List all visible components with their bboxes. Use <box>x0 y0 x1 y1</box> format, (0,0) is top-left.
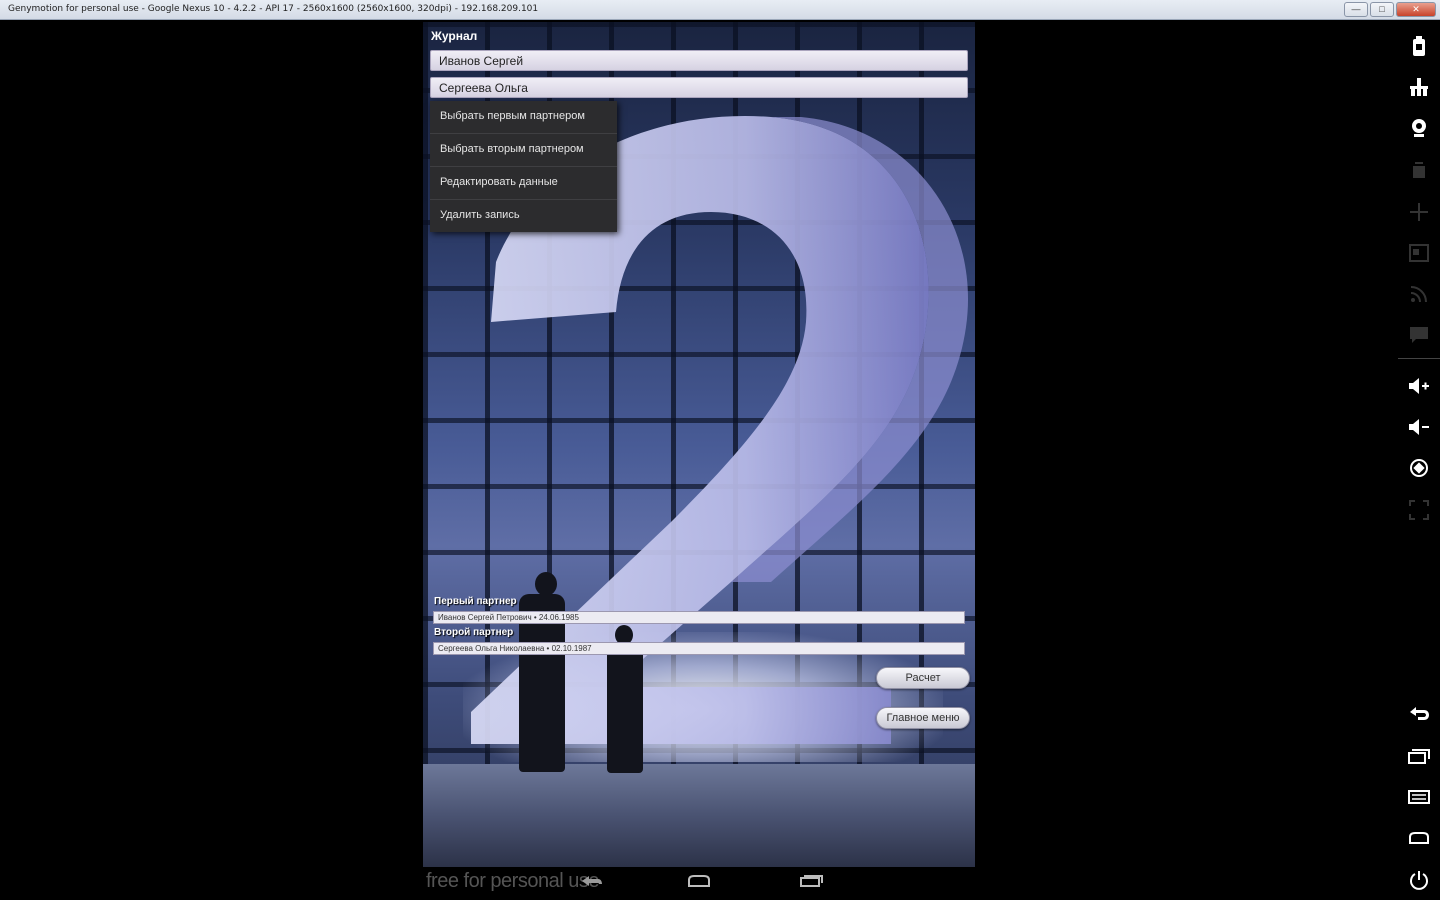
main-menu-button[interactable]: Главное меню <box>876 707 970 729</box>
home-icon[interactable] <box>1398 826 1440 850</box>
sms-icon[interactable] <box>1398 323 1440 347</box>
second-partner-label: Второй партнер <box>434 627 514 638</box>
window-controls: — □ ✕ <box>1344 2 1436 17</box>
silhouette-man-head <box>535 572 557 596</box>
volume-up-icon[interactable] <box>1398 374 1440 398</box>
menu-icon[interactable] <box>1398 785 1440 809</box>
back-icon[interactable] <box>1398 702 1440 726</box>
menu-item-delete-record[interactable]: Удалить запись <box>430 200 617 233</box>
webcam-icon[interactable] <box>1398 116 1440 140</box>
action-bar-title: Журнал <box>431 29 478 43</box>
menu-item-select-first-partner[interactable]: Выбрать первым партнером <box>430 101 617 134</box>
journal-entry-2[interactable]: Сергеева Ольга <box>430 77 968 98</box>
calculate-button[interactable]: Расчет <box>876 667 970 689</box>
menu-item-edit-data[interactable]: Редактировать данные <box>430 167 617 200</box>
first-partner-label: Первый партнер <box>434 596 517 607</box>
gps-icon[interactable] <box>1398 75 1440 99</box>
journal-entry-1[interactable]: Иванов Сергей <box>430 50 968 71</box>
rotate-icon[interactable] <box>1398 456 1440 480</box>
window-titlebar: Genymotion for personal use - Google Nex… <box>0 0 1440 20</box>
move-icon[interactable] <box>1398 200 1440 224</box>
scale-icon[interactable] <box>1398 498 1440 522</box>
sidebar-divider <box>1398 358 1440 359</box>
watermark-text: free for personal use <box>426 870 599 892</box>
id-icon[interactable] <box>1398 241 1440 265</box>
minimize-button[interactable]: — <box>1344 2 1368 17</box>
close-button[interactable]: ✕ <box>1396 2 1436 17</box>
recent-apps-icon[interactable] <box>1398 744 1440 768</box>
context-menu: Выбрать первым партнером Выбрать вторым … <box>430 101 617 232</box>
nav-back-icon[interactable] <box>578 874 604 893</box>
device-screen: Журнал Иванов Сергей Сергеева Ольга Выбр… <box>423 22 975 867</box>
second-partner-field[interactable]: Сергеева Ольга Николаевна • 02.10.1987 <box>433 642 965 655</box>
maximize-button[interactable]: □ <box>1370 2 1394 17</box>
genymotion-sidebar <box>1398 22 1440 900</box>
power-icon[interactable] <box>1398 868 1440 892</box>
rss-icon[interactable] <box>1398 282 1440 306</box>
menu-item-select-second-partner[interactable]: Выбрать вторым партнером <box>430 134 617 167</box>
first-partner-field[interactable]: Иванов Сергей Петрович • 24.06.1985 <box>433 611 965 624</box>
battery-icon[interactable] <box>1398 34 1440 58</box>
background-floor <box>423 764 975 867</box>
window-title: Genymotion for personal use - Google Nex… <box>8 4 539 14</box>
silhouette-woman-body <box>607 643 643 773</box>
remote-control-icon[interactable] <box>1398 158 1440 182</box>
volume-down-icon[interactable] <box>1398 415 1440 439</box>
nav-home-icon[interactable] <box>686 874 712 893</box>
nav-recent-apps-icon[interactable] <box>798 874 824 893</box>
